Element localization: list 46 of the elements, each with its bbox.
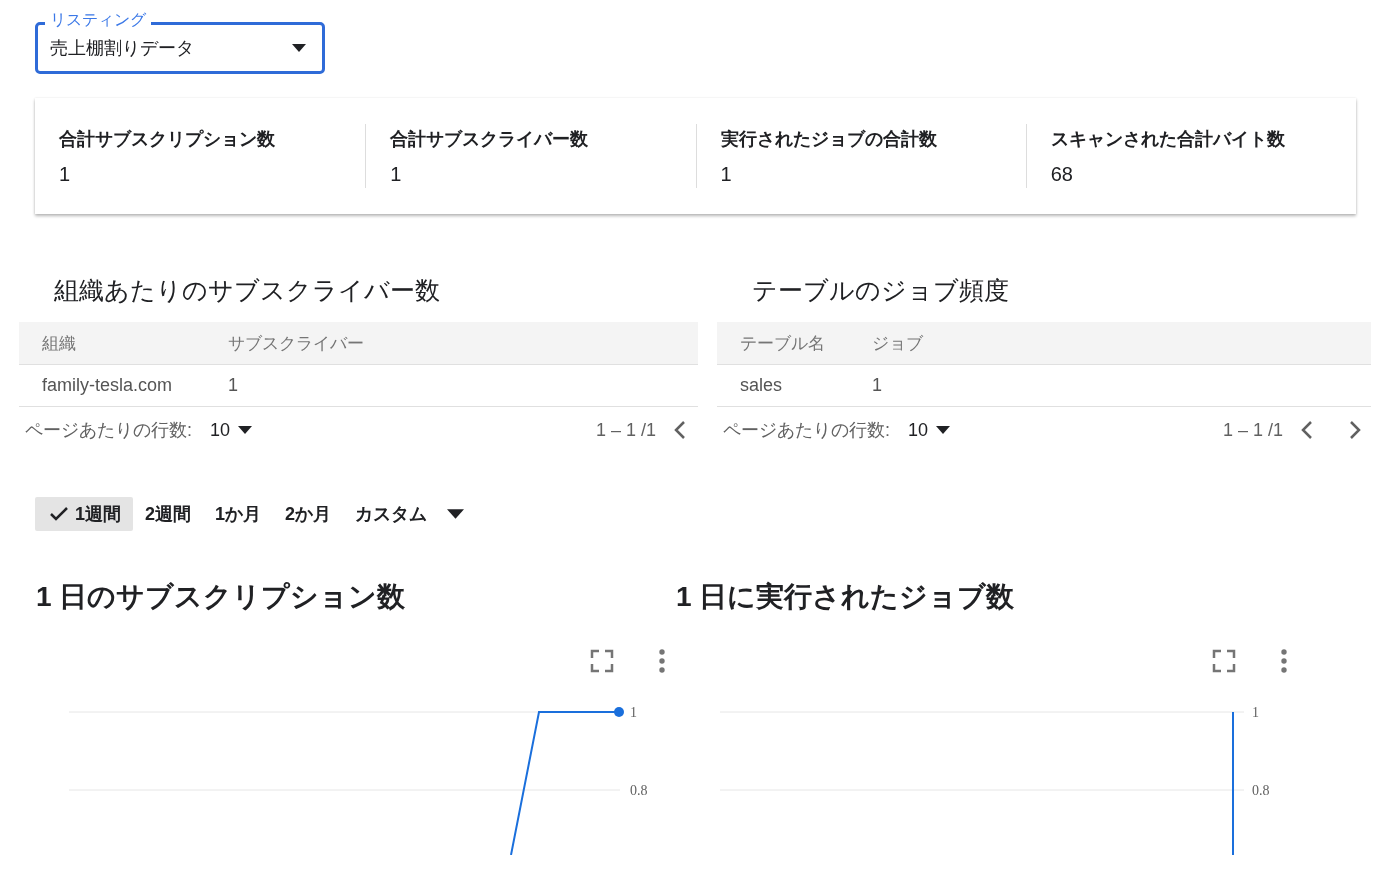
- table-cell: 1: [228, 375, 238, 396]
- more-options-icon[interactable]: [1281, 649, 1287, 673]
- column-header: テーブル名: [740, 332, 826, 355]
- period-chip[interactable]: 2か月: [273, 497, 344, 531]
- period-chip[interactable]: 2週間: [133, 497, 204, 531]
- axis-label: 0.8: [1252, 783, 1270, 798]
- page-range: 1 – 1 /1: [1222, 419, 1283, 441]
- rows-per-page-label: ページあたりの行数:: [723, 419, 890, 442]
- page-size-select[interactable]: 10: [210, 419, 253, 441]
- stat-value: 1: [720, 162, 733, 186]
- column-header: ジョブ: [872, 332, 923, 355]
- chart-title: 1 日に実行されたジョブ数: [676, 580, 1016, 614]
- table-cell-text: family-tesla.com: [42, 375, 174, 396]
- axis-label: 0.8: [630, 783, 648, 798]
- caret-icon: [447, 509, 465, 519]
- axis-label: 1: [630, 705, 637, 720]
- period-chip[interactable]: 1か月: [203, 497, 274, 531]
- caret-icon: [936, 426, 951, 434]
- stat-value: 1: [390, 162, 403, 186]
- fullscreen-icon[interactable]: [1212, 649, 1236, 673]
- stat-label: スキャンされた合計バイト数: [1050, 127, 1286, 151]
- chart-title: 1 日のサブスクリプション数: [35, 580, 407, 614]
- rows-per-page-label: ページあたりの行数:: [25, 419, 192, 442]
- table-title: 組織あたりのサブスクライバー数: [53, 275, 441, 306]
- table-title: テーブルのジョブ頻度: [751, 275, 1010, 306]
- stat-value: 68: [1050, 162, 1074, 186]
- fullscreen-icon[interactable]: [590, 649, 614, 673]
- stat-value: 1: [59, 162, 72, 186]
- stat-label: 合計サブスクリプション数: [59, 127, 276, 151]
- column-header: 組織: [42, 332, 77, 355]
- period-chip[interactable]: 1週間: [35, 497, 133, 531]
- checkmark-icon: [49, 506, 69, 522]
- caret-icon: [238, 426, 253, 434]
- field-label: リスティング: [45, 11, 151, 29]
- page-range: 1 – 1 /1: [595, 419, 656, 441]
- select-value: 売上棚割りデータ: [50, 37, 194, 60]
- axis-label: 1: [1252, 705, 1259, 720]
- stat-label: 合計サブスクライバー数: [390, 127, 590, 151]
- table-cell: 1: [872, 375, 882, 396]
- stat-label: 実行されたジョブの合計数: [720, 127, 938, 151]
- column-header: サブスクライバー: [228, 332, 364, 355]
- page-size-select[interactable]: 10: [908, 419, 951, 441]
- more-options-icon[interactable]: [659, 649, 665, 673]
- custom-period-dropdown[interactable]: カスタム: [343, 497, 477, 531]
- table-cell-text: sales: [740, 375, 784, 396]
- caret-icon: [292, 44, 306, 52]
